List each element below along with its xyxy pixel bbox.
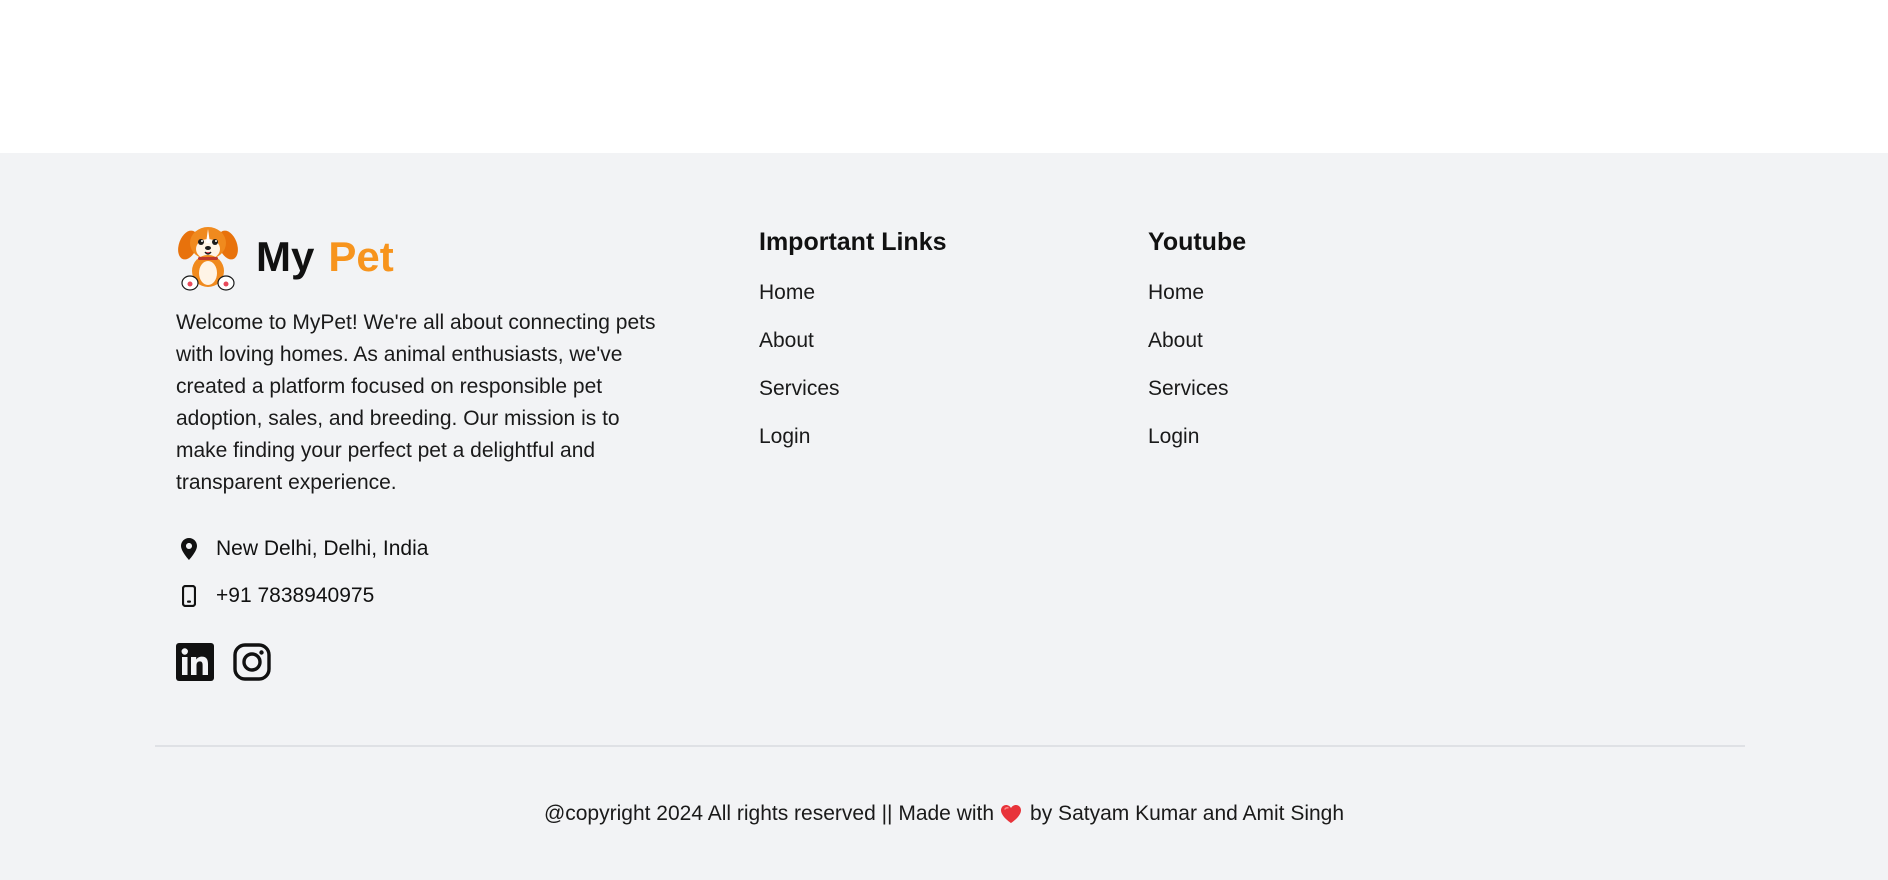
important-link-login[interactable]: Login <box>759 413 1059 461</box>
copyright-prefix: @copyright 2024 All rights reserved || M… <box>543 802 995 825</box>
contact-info: New Delhi, Delhi, India +91 7838940975 <box>176 525 676 619</box>
youtube-links-column: Youtube Home About Services Login <box>1148 225 1448 461</box>
instagram-icon[interactable] <box>233 643 271 681</box>
brand-name-part2: Pet <box>328 233 394 280</box>
puppy-logo-icon <box>178 227 238 291</box>
contact-address: New Delhi, Delhi, India <box>176 525 676 572</box>
copyright-line: @copyright 2024 All rights reserved || M… <box>0 799 1888 829</box>
heart-icon <box>1001 805 1022 823</box>
youtube-link-services[interactable]: Services <box>1148 365 1448 413</box>
brand-name: My Pet <box>256 236 394 278</box>
brand-logo-row[interactable]: My Pet <box>176 221 676 293</box>
about-description: Welcome to MyPet! We're all about connec… <box>176 311 656 494</box>
address-text: New Delhi, Delhi, India <box>216 536 429 560</box>
important-links-column: Important Links Home About Services Logi… <box>759 225 1059 461</box>
important-link-home[interactable]: Home <box>759 269 1059 317</box>
important-links-heading: Important Links <box>759 228 947 256</box>
social-links <box>176 643 676 681</box>
map-pin-icon <box>178 537 200 561</box>
brand-name-part1: My <box>256 233 315 280</box>
contact-phone: +91 7838940975 <box>176 572 676 619</box>
youtube-links-heading: Youtube <box>1148 228 1247 256</box>
site-footer: My Pet Welcome to MyPet! We're all about … <box>0 153 1888 880</box>
brand-column: My Pet Welcome to MyPet! We're all about … <box>176 221 676 681</box>
important-link-services[interactable]: Services <box>759 365 1059 413</box>
important-link-about[interactable]: About <box>759 317 1059 365</box>
copyright-suffix: by Satyam Kumar and Amit Singh <box>1030 802 1345 825</box>
youtube-link-login[interactable]: Login <box>1148 413 1448 461</box>
linkedin-icon[interactable] <box>176 643 214 681</box>
youtube-link-home[interactable]: Home <box>1148 269 1448 317</box>
footer-divider <box>155 745 1745 747</box>
youtube-link-about[interactable]: About <box>1148 317 1448 365</box>
page-top-blank <box>0 0 1888 153</box>
phone-text[interactable]: +91 7838940975 <box>216 584 374 608</box>
mobile-phone-icon <box>178 584 200 608</box>
